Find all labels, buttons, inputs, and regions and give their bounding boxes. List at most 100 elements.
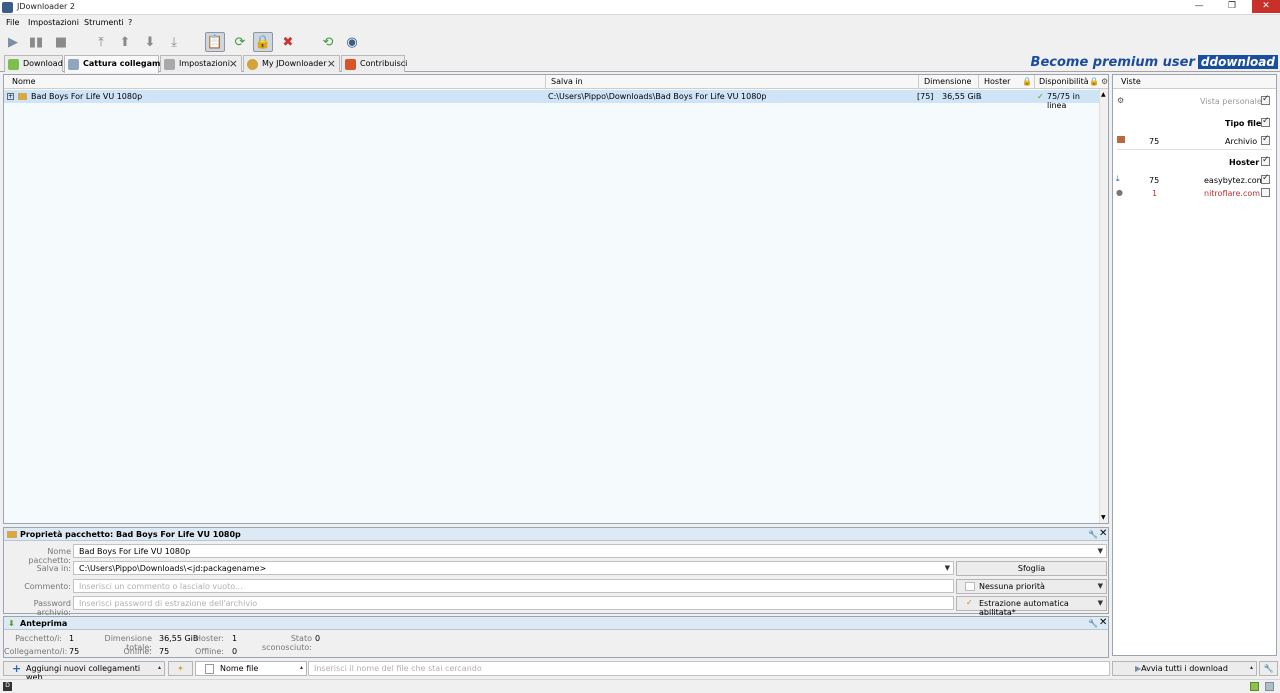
pause-icon[interactable]: ▮▮ (26, 32, 46, 52)
gear-icon: ⚙ (1117, 96, 1125, 105)
move-bottom-icon[interactable]: ⤓ (164, 32, 184, 52)
online-label: Online: (123, 647, 153, 656)
status-icon[interactable] (1265, 682, 1274, 691)
priority-value: Nessuna priorità (979, 582, 1045, 591)
save-in-field[interactable]: C:\Users\Pippo\Downloads\<jd:packagename… (73, 561, 954, 575)
column-availability[interactable]: Disponibilità (1039, 77, 1089, 86)
easybytez-checkbox[interactable] (1261, 173, 1270, 184)
chevron-down-icon[interactable]: ▼ (1098, 547, 1103, 555)
title-bar: JDownloader 2 — ❐ ✕ (0, 0, 1280, 15)
silent-mode-icon[interactable]: ✖ (278, 32, 298, 52)
start-icon[interactable]: ▶ (3, 32, 23, 52)
file-type-checkbox[interactable] (1261, 116, 1270, 127)
tab-settings[interactable]: Impostazioni × (160, 55, 242, 72)
preview-icon: ⬇ (8, 619, 15, 628)
status-bar: D (0, 679, 1280, 693)
menu-file[interactable]: File (6, 18, 19, 27)
close-tab-icon[interactable]: × (229, 57, 238, 70)
offline-label: Offline: (195, 647, 224, 656)
comment-label: Commento: (24, 582, 71, 591)
chevron-up-icon[interactable]: ▴ (300, 664, 303, 671)
bottom-bar: + Aggiungi nuovi collegamenti web... ▴ ✦… (0, 660, 1280, 682)
unknown-value: 0 (315, 634, 321, 643)
clipboard-observer-icon[interactable]: 📋 (205, 32, 225, 52)
vertical-scrollbar[interactable]: ▲ ▼ (1099, 89, 1108, 523)
tab-myjdownloader[interactable]: My JDownloader × (243, 55, 340, 72)
chevron-down-icon[interactable]: ▼ (945, 564, 950, 572)
packages-value: 1 (69, 634, 75, 643)
tab-linkgrabber[interactable]: Cattura collegamenti (64, 55, 178, 73)
reconnect-icon[interactable]: ⟳ (230, 32, 250, 52)
close-panel-icon[interactable]: ✕ (1099, 528, 1107, 539)
move-up-icon[interactable]: ⬆ (115, 32, 135, 52)
properties-title: Proprietà pacchetto: Bad Boys For Life V… (20, 530, 241, 539)
column-save-in[interactable]: Salva in (551, 77, 583, 86)
expand-icon[interactable]: + (7, 93, 14, 100)
status-icon[interactable] (1250, 682, 1259, 691)
premium-toggle-icon[interactable]: 🔒 (253, 32, 273, 52)
comment-field[interactable]: Inserisci un commento o lascialo vuoto..… (73, 579, 954, 593)
nitroflare-checkbox[interactable] (1261, 188, 1270, 197)
browse-button[interactable]: Sfoglia (956, 561, 1107, 576)
hoster-checkbox[interactable] (1261, 155, 1270, 166)
personal-view-checkbox[interactable] (1261, 94, 1270, 105)
package-availability: 75/75 in linea (1047, 92, 1080, 110)
myjd-icon (247, 59, 258, 70)
clean-up-button[interactable]: ✦ (168, 661, 193, 676)
column-name[interactable]: Nome (12, 77, 36, 86)
hoster-download-icon: ⤓ (978, 92, 982, 101)
tab-download[interactable]: Download (4, 55, 63, 72)
menu-settings[interactable]: Impostazioni (28, 18, 79, 27)
start-all-downloads-button[interactable]: ▶ Avvia tutti i download ▴ (1112, 661, 1257, 676)
package-name-field[interactable]: Bad Boys For Life VU 1080p ▼ (73, 544, 1107, 558)
move-down-icon[interactable]: ⬇ (140, 32, 160, 52)
priority-dropdown[interactable]: Nessuna priorità ▼ (956, 579, 1107, 594)
chevron-up-icon[interactable]: ▴ (158, 664, 161, 671)
linkgrabber-table: Nome Salva in Dimensione Hoster 🔒 Dispon… (3, 74, 1109, 524)
maximize-button[interactable]: ❐ (1221, 0, 1243, 13)
minimize-button[interactable]: — (1188, 0, 1210, 13)
close-button[interactable]: ✕ (1252, 0, 1280, 13)
archive-checkbox[interactable] (1261, 134, 1270, 145)
stop-icon[interactable]: ■ (51, 32, 71, 52)
chevron-down-icon[interactable]: ▼ (1098, 599, 1103, 607)
filename-filter-dropdown[interactable]: Nome file ▴ (195, 661, 307, 676)
tab-contribute[interactable]: Contribuisci (341, 55, 407, 72)
add-links-button[interactable]: + Aggiungi nuovi collegamenti web... ▴ (3, 661, 165, 682)
menu-help[interactable]: ? (128, 18, 132, 27)
options-button[interactable]: 🔧 (1259, 661, 1278, 676)
preview-title: Anteprima (20, 619, 68, 628)
search-input[interactable]: Inserisci il nome del file che stai cerc… (308, 661, 1110, 676)
password-field[interactable]: Inserisci password di estrazione dell'ar… (73, 596, 954, 610)
priority-icon (965, 582, 975, 591)
tab-label: Download (23, 59, 63, 68)
table-header: Nome Salva in Dimensione Hoster 🔒 Dispon… (4, 75, 1108, 89)
close-tab-icon[interactable]: × (327, 57, 336, 70)
package-icon (18, 93, 27, 100)
wrench-icon[interactable]: 🔧 (1088, 530, 1098, 539)
extract-icon: ✓ (966, 598, 973, 607)
premium-banner[interactable]: Become premium user ddownload (1031, 55, 1278, 70)
menu-tools[interactable]: Strumenti (84, 18, 124, 27)
console-icon[interactable]: D (3, 682, 12, 691)
tab-label: Impostazioni (179, 59, 230, 68)
package-row[interactable]: + Bad Boys For Life VU 1080p C:\Users\Pi… (4, 90, 1100, 110)
close-panel-icon[interactable]: ✕ (1099, 617, 1107, 628)
speed-meter-icon[interactable]: ◉ (342, 32, 362, 52)
column-settings-icon[interactable]: ⚙ (1101, 77, 1108, 86)
lock-icon: 🔒 (1022, 77, 1032, 86)
package-name-label: Nome pacchetto: (28, 547, 71, 565)
column-hoster[interactable]: Hoster (984, 77, 1010, 86)
links-value: 75 (69, 647, 80, 656)
column-size[interactable]: Dimensione (924, 77, 971, 86)
archive-label: Archivio (1225, 137, 1258, 146)
move-top-icon[interactable]: ⤒ (91, 32, 111, 52)
extraction-dropdown[interactable]: ✓ Estrazione automatica abilitata* ▼ (956, 596, 1107, 617)
package-link-count: [75] (917, 92, 934, 101)
wrench-icon: 🔧 (1263, 664, 1274, 673)
wrench-icon[interactable]: 🔧 (1088, 619, 1098, 628)
update-icon[interactable]: ⟲ (318, 32, 338, 52)
package-size: 36,55 GiB (942, 92, 982, 101)
chevron-up-icon[interactable]: ▴ (1250, 664, 1253, 671)
chevron-down-icon[interactable]: ▼ (1098, 582, 1103, 590)
